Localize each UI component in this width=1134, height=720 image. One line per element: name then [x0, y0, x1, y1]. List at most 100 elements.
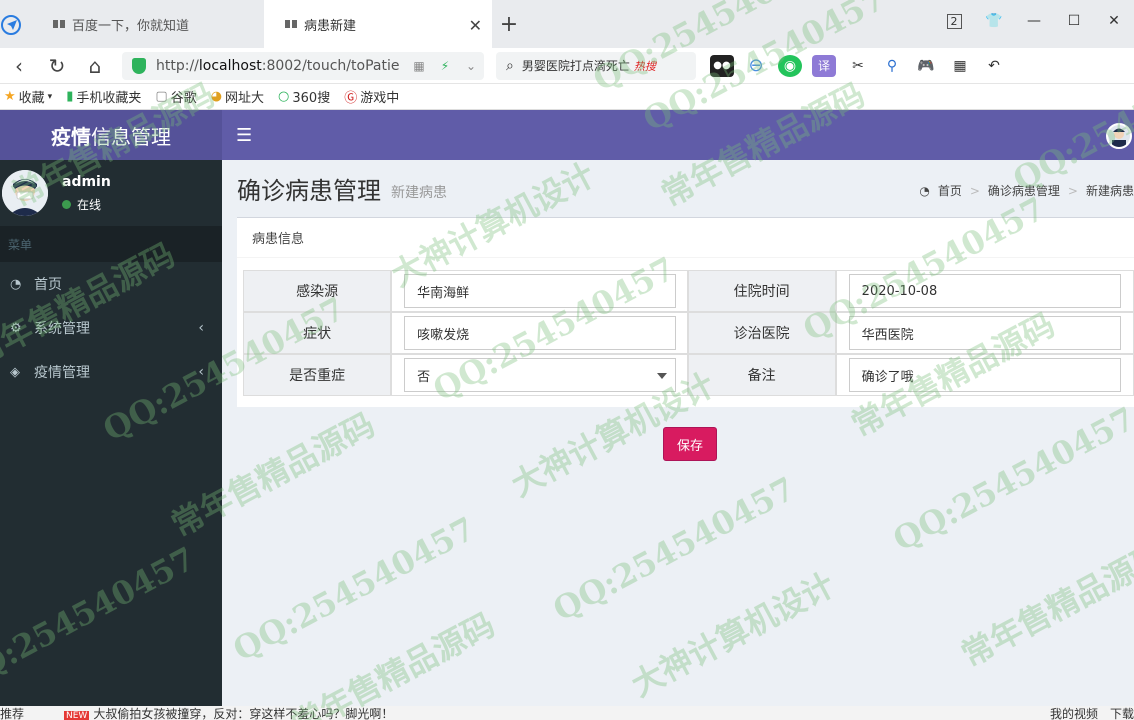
sidebar: admin 在线 菜单 ◔ 首页 ⚙ 系统管理 ‹ ◈ 疫情管理 ‹ [0, 160, 222, 706]
breadcrumb-separator: > [1067, 183, 1078, 198]
form-row: 是否重症 否 备注 确诊了哦 [243, 354, 1134, 396]
bookmark-mobile[interactable]: ▮ 手机收藏夹 [66, 87, 141, 106]
gamepad-icon[interactable]: 🎮 [914, 55, 938, 77]
page-subtitle: 新建病患 [391, 185, 447, 201]
maximize-icon[interactable]: ☐ [1054, 13, 1094, 29]
close-window-icon[interactable]: ✕ [1094, 13, 1134, 29]
app-logo[interactable]: 疫情 信息管理 [0, 110, 222, 160]
url-input[interactable]: http://localhost:8002/touch/toPatie ▦ ⚡ … [122, 51, 484, 80]
translate-icon[interactable]: 译 [812, 54, 836, 77]
remark-label: 备注 [687, 354, 836, 396]
breadcrumb-patients[interactable]: 确诊病患管理 [988, 182, 1060, 199]
form-row: 症状 咳嗽发烧 诊治医院 华西医院 [243, 312, 1134, 354]
tab-favicon-icon [285, 20, 297, 28]
phone-icon: ▮ [66, 89, 74, 104]
magnifier-icon[interactable]: ⚲ [880, 55, 904, 77]
back-icon[interactable]: ‹ [0, 54, 38, 78]
address-bar: ‹ ↻ ⌂ http://localhost:8002/touch/toPati… [0, 48, 1134, 84]
bookmark-360[interactable]: ○ 360搜 [278, 87, 330, 106]
chevron-left-icon: ‹ [198, 364, 204, 380]
chevron-down-icon: ▾ [47, 91, 53, 102]
chevron-down-icon[interactable]: ⌄ [458, 59, 484, 73]
shirt-icon[interactable]: 👕 [974, 13, 1014, 29]
my-videos-button[interactable]: 我的视频 [1050, 706, 1098, 720]
symptom-label: 症状 [243, 312, 392, 354]
tab-label: 病患新建 [304, 18, 357, 34]
refresh-icon[interactable]: ↻ [38, 54, 76, 78]
tab-baidu[interactable]: 百度一下，你就知道 [32, 0, 264, 48]
undo-icon[interactable]: ↶ [982, 55, 1006, 77]
dashboard-icon: ◔ [919, 183, 930, 198]
minus-circle-icon[interactable]: ⊖ [744, 55, 768, 77]
app-root: 疫情 信息管理 ☰ admin 在线 菜单 ◔ 首页 ⚙ 系统管理 ‹ ◈ 疫情… [0, 110, 1134, 706]
severe-select[interactable]: 否 [404, 358, 677, 392]
green-extension-icon[interactable]: ◉ [778, 54, 802, 77]
breadcrumb-home[interactable]: 首页 [938, 182, 962, 199]
patient-form: 感染源 华南海鲜 住院时间 2020-10-08 症状 咳嗽发烧 诊治医院 华西… [243, 270, 1134, 396]
browser-tabbar: 百度一下，你就知道 病患新建 ✕ + 2 👕 — ☐ ✕ [0, 0, 1134, 48]
search-input[interactable]: ⌕ 男婴医院打点滴死亡 热搜 [496, 51, 696, 80]
sidebar-item-system[interactable]: ⚙ 系统管理 ‹ [0, 306, 222, 350]
remark-input[interactable]: 确诊了哦 [848, 358, 1121, 392]
breadcrumb-separator: > [969, 183, 980, 198]
top-user-avatar[interactable] [1106, 123, 1132, 149]
bookmark-favorites[interactable]: ★ 收藏 ▾ [4, 87, 52, 106]
box-title: 病患信息 [237, 218, 1134, 258]
save-button[interactable]: 保存 [663, 427, 717, 461]
menu-header: 菜单 [0, 226, 222, 262]
tab-count-icon[interactable]: 2 [934, 13, 974, 29]
tab-new-patient[interactable]: 病患新建 ✕ [264, 0, 492, 48]
patient-info-box: 病患信息 感染源 华南海鲜 住院时间 2020-10-08 症状 咳嗽发烧 诊治… [237, 217, 1134, 407]
home-icon[interactable]: ⌂ [76, 54, 114, 78]
app-topbar: 疫情 信息管理 ☰ [0, 110, 1134, 160]
infection-source-input[interactable]: 华南海鲜 [404, 274, 677, 308]
admission-date-input[interactable]: 2020-10-08 [848, 274, 1121, 308]
sidebar-item-epidemic[interactable]: ◈ 疫情管理 ‹ [0, 350, 222, 394]
user-panel: admin 在线 [0, 160, 222, 226]
cube-icon: ◈ [10, 364, 20, 380]
new-badge: NEW [64, 710, 90, 720]
bookmark-google[interactable]: ▢ 谷歌 [155, 87, 196, 106]
breadcrumb: ◔ 首页 > 确诊病患管理 > 新建病患 [919, 182, 1134, 199]
grid-icon[interactable]: ▦ [948, 55, 972, 77]
online-dot-icon [62, 199, 71, 209]
severe-label: 是否重症 [243, 354, 392, 396]
page-title: 确诊病患管理 [237, 176, 381, 205]
status-right: 我的视频 下载 [1050, 706, 1134, 720]
hot-badge: 热搜 [633, 59, 656, 73]
dashboard-icon: ◔ [10, 276, 22, 292]
hamburger-menu-icon[interactable]: ☰ [236, 125, 252, 146]
content-header: 确诊病患管理 新建病患 ◔ 首页 > 确诊病患管理 > 新建病患 [222, 160, 1134, 216]
window-controls: 2 👕 — ☐ ✕ [934, 0, 1134, 42]
main-content: 确诊病患管理 新建病患 ◔ 首页 > 确诊病患管理 > 新建病患 病患信息 感染… [222, 160, 1134, 706]
news-ticker[interactable]: NEW 大叔偷拍女孩被撞穿，反对：穿这样不羞心吗？脚光啊！ [64, 706, 393, 720]
hospital-label: 诊治医院 [687, 312, 836, 354]
admission-date-label: 住院时间 [687, 270, 836, 312]
form-row: 感染源 华南海鲜 住院时间 2020-10-08 [243, 270, 1134, 312]
cogs-icon: ⚙ [10, 320, 22, 336]
search-icon: ⌕ [506, 57, 514, 74]
bookmark-games[interactable]: Ⓖ 游戏中 [344, 87, 399, 106]
star-icon: ★ [4, 89, 16, 104]
new-tab-button[interactable]: + [492, 0, 526, 48]
sidebar-item-home[interactable]: ◔ 首页 [0, 262, 222, 306]
user-status: 在线 [62, 196, 111, 213]
sites-icon: ◕ [210, 89, 223, 104]
tab-favicon-icon [53, 20, 65, 28]
close-tab-icon[interactable]: ✕ [469, 16, 482, 35]
user-name: admin [62, 173, 111, 190]
tab-label: 百度一下，你就知道 [72, 18, 190, 34]
infection-source-label: 感染源 [243, 270, 392, 312]
symptom-input[interactable]: 咳嗽发烧 [404, 316, 677, 350]
360-icon: ○ [278, 89, 290, 104]
extension-icon[interactable]: ●● [710, 54, 734, 77]
game-icon: Ⓖ [344, 91, 358, 106]
lightning-icon[interactable]: ⚡ [432, 59, 458, 73]
hospital-input[interactable]: 华西医院 [848, 316, 1121, 350]
download-button[interactable]: 下载 [1110, 706, 1134, 720]
bookmark-sites[interactable]: ◕ 网址大 [211, 87, 264, 106]
qr-icon[interactable]: ▦ [406, 59, 432, 73]
scissors-icon[interactable]: ✂ [846, 55, 870, 77]
bookmarks-bar: ★ 收藏 ▾ ▮ 手机收藏夹 ▢ 谷歌 ◕ 网址大 ○ 360搜 Ⓖ 游戏中 [0, 84, 1134, 110]
minimize-icon[interactable]: — [1014, 13, 1054, 29]
